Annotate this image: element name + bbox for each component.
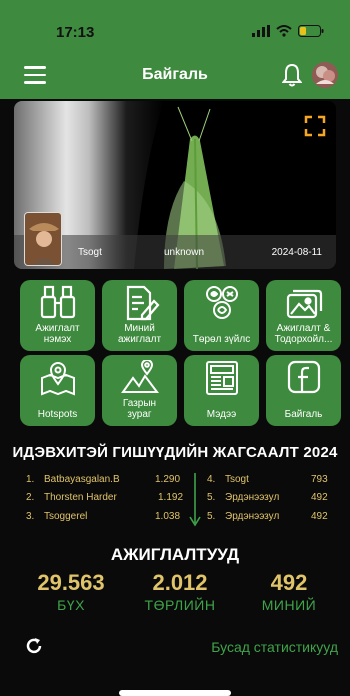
facebook-icon bbox=[287, 360, 320, 394]
leaderboard-name: Эрдэнээзул bbox=[225, 492, 280, 503]
stat-species-value: 2.012 bbox=[152, 570, 208, 595]
binoculars-icon bbox=[40, 285, 75, 319]
photos-icon bbox=[286, 289, 322, 319]
fullscreen-icon[interactable] bbox=[304, 115, 326, 137]
status-bar: 17:13 bbox=[0, 0, 350, 52]
more-statistics-link[interactable]: Бусад статистикууд bbox=[211, 639, 338, 655]
bell-icon[interactable] bbox=[282, 63, 302, 87]
leaderboard-rank: 1. bbox=[26, 474, 35, 485]
status-time: 17:13 bbox=[56, 24, 95, 41]
wifi-icon bbox=[276, 25, 292, 37]
tile-species[interactable]: Төрөл зүйлс bbox=[184, 280, 259, 351]
tile-hotspots[interactable]: Hotspots bbox=[20, 355, 95, 426]
stat-mine-label: МИНИЙ bbox=[261, 597, 317, 613]
avatar-image bbox=[312, 62, 338, 88]
app-bar: Байгаль bbox=[0, 52, 350, 99]
stat-total-value: 29.563 bbox=[37, 570, 105, 595]
tile-facebook[interactable]: Байгаль bbox=[266, 355, 341, 426]
edit-document-icon bbox=[126, 285, 159, 321]
leaderboard-count: 1.192 bbox=[158, 492, 184, 503]
status-icons bbox=[252, 25, 324, 37]
stat-species-label: ТӨРЛИЙН bbox=[144, 597, 216, 613]
tile-identification[interactable]: Ажиглалт & Тодорхойл... bbox=[266, 280, 341, 351]
leaderboard-rank: 3. bbox=[26, 511, 35, 522]
featured-observation[interactable]: Tsogt unknown 2024-08-11 bbox=[14, 101, 336, 269]
leaderboard-rank: 5. bbox=[207, 492, 216, 503]
tile-my-observations[interactable]: Миний ажиглалт bbox=[102, 280, 177, 351]
observer-name: Tsogt bbox=[78, 247, 102, 258]
leaderboard-name: Tsogt bbox=[225, 474, 249, 485]
refresh-icon[interactable] bbox=[24, 636, 44, 656]
leaderboard-count: 1.038 bbox=[155, 511, 181, 522]
signal-icon bbox=[252, 25, 270, 37]
leaderboard-rank: 2. bbox=[26, 492, 35, 503]
battery-icon bbox=[298, 25, 324, 37]
user-avatar[interactable] bbox=[312, 62, 338, 88]
leaderboard-count: 492 bbox=[311, 511, 328, 522]
species-icon bbox=[205, 286, 238, 319]
map-pin-icon bbox=[40, 362, 75, 396]
species-name: unknown bbox=[164, 247, 205, 258]
tile-map[interactable]: Газрын зураг bbox=[102, 355, 177, 426]
leaderboard-name: Batbayasgalan.B bbox=[44, 474, 120, 485]
stat-mine-value: 492 bbox=[270, 570, 308, 595]
arrow-down-icon bbox=[189, 473, 201, 527]
leaderboard-count: 793 bbox=[311, 474, 328, 485]
tile-add-observation[interactable]: Ажиглалт нэмэх bbox=[20, 280, 95, 351]
tile-news[interactable]: Мэдээ bbox=[184, 355, 259, 426]
leaderboard-name: Tsoggerel bbox=[44, 511, 88, 522]
leaderboard-title: ИДЭВХИТЭЙ ГИШҮҮДИЙН ЖАГСААЛТ 2024 bbox=[12, 444, 338, 461]
stat-total-label: БҮХ bbox=[57, 597, 85, 613]
leaderboard-count: 1.290 bbox=[155, 474, 181, 485]
observation-date: 2024-08-11 bbox=[271, 247, 322, 258]
terrain-map-icon bbox=[120, 360, 159, 393]
observations-title: АЖИГЛАЛТУУД bbox=[110, 545, 240, 564]
leaderboard-rank: 5. bbox=[207, 511, 216, 522]
observer-avatar bbox=[24, 212, 62, 266]
leaderboard-count: 492 bbox=[311, 492, 328, 503]
leaderboard-rank: 4. bbox=[207, 474, 216, 485]
leaderboard-name: Эрдэнээзул bbox=[225, 511, 280, 522]
leaderboard-name: Thorsten Harder bbox=[44, 492, 117, 503]
home-indicator bbox=[119, 690, 231, 696]
news-icon bbox=[205, 361, 238, 395]
